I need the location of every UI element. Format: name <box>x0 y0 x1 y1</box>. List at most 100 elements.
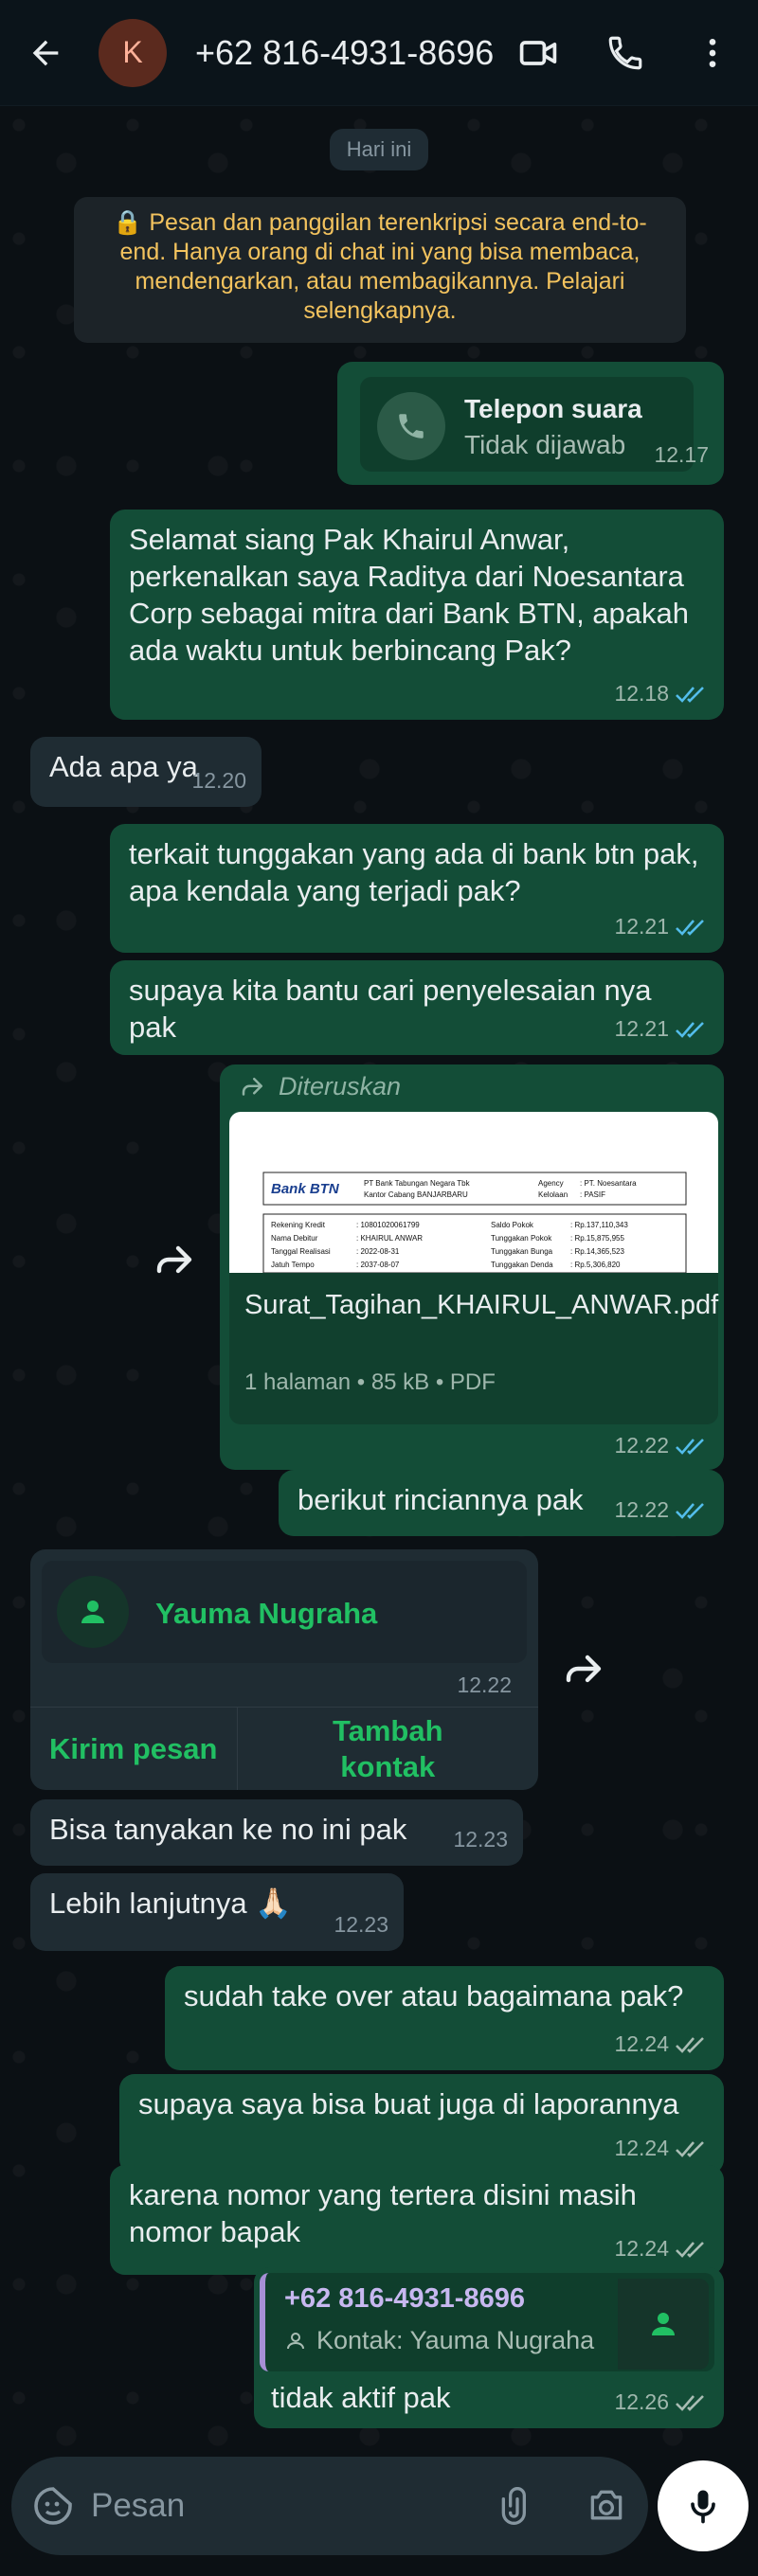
mic-icon[interactable] <box>658 2460 749 2551</box>
message-text: Ada apa ya <box>49 750 198 783</box>
preview-row-label: Tunggakan Bunga <box>491 1247 553 1256</box>
quoted-contact[interactable]: +62 816-4931-8696 Kontak: Yauma Nugraha <box>260 2273 714 2371</box>
quoted-number: +62 816-4931-8696 <box>284 2283 525 2314</box>
document-preview[interactable]: Bank BTN PT Bank Tabungan Negara Tbk Kan… <box>229 1112 718 1273</box>
message-outgoing[interactable]: karena nomor yang tertera disini masih n… <box>110 2165 724 2275</box>
preview-row-value: : Rp.137,110,343 <box>570 1221 628 1229</box>
quoted-contact-label: Kontak: Yauma Nugraha <box>284 2322 594 2359</box>
svg-text:Agency: Agency <box>538 1179 564 1188</box>
read-ticks-icon <box>676 1021 704 1038</box>
message-input-pill[interactable] <box>11 2457 648 2555</box>
missed-call-icon <box>377 392 445 460</box>
date-chip: Hari ini <box>330 129 428 170</box>
document-bubble[interactable]: Diteruskan Bank BTN PT Bank Tabungan Neg… <box>220 1064 724 1470</box>
svg-text:Kantor Cabang BANJARBARU: Kantor Cabang BANJARBARU <box>364 1190 468 1199</box>
preview-row-value: : Rp.15,875,955 <box>570 1234 624 1243</box>
person-outline-icon <box>287 2332 304 2349</box>
message-outgoing[interactable]: sudah take over atau bagaimana pak? 12.2… <box>165 1966 724 2070</box>
message-outgoing[interactable]: terkait tunggakan yang ada di bank btn p… <box>110 824 724 953</box>
composer <box>0 2447 758 2576</box>
encryption-notice[interactable]: 🔒 Pesan dan panggilan terenkripsi secara… <box>74 197 686 343</box>
preview-row-label: Tunggakan Denda <box>491 1261 553 1269</box>
document-info: Surat_Tagihan_KHAIRUL_ANWAR.pdf 1 halama… <box>229 1273 718 1424</box>
message-time: 12.20 <box>191 768 246 793</box>
call-card: Telepon suara Tidak dijawab <box>360 377 694 472</box>
delivered-ticks-icon <box>676 2241 704 2258</box>
preview-row-value: : Rp.14,365,523 <box>570 1247 624 1256</box>
preview-row-label: Tunggakan Pokok <box>491 1234 552 1243</box>
message-input[interactable] <box>91 2481 451 2531</box>
svg-text:Kelolaan: Kelolaan <box>538 1190 568 1199</box>
message-text: tidak aktif pak <box>271 2381 451 2414</box>
document-meta: 1 halaman • 85 kB • PDF <box>244 1369 496 1395</box>
phone-icon[interactable] <box>595 23 656 83</box>
svg-text:: PT. Noesantara: : PT. Noesantara <box>580 1179 637 1188</box>
delivered-ticks-icon <box>676 2140 704 2157</box>
message-time: 12.18 <box>614 675 709 712</box>
message-outgoing[interactable]: supaya saya bisa buat juga di laporannya… <box>119 2074 724 2174</box>
add-contact-button[interactable]: Tambah kontak <box>236 1708 539 1790</box>
sticker-emoji-icon[interactable] <box>30 2483 76 2529</box>
message-outgoing[interactable]: supaya kita bantu cari penyelesaian nya … <box>110 960 724 1055</box>
attach-icon[interactable] <box>493 2481 542 2531</box>
message-time: 12.21 <box>614 1011 709 1047</box>
contact-name: Yauma Nugraha <box>155 1597 378 1630</box>
preview-row-label: Rekening Kredit <box>271 1221 326 1229</box>
message-time: 12.22 <box>614 1427 709 1464</box>
message-time: 12.24 <box>614 2130 709 2167</box>
more-vert-icon[interactable] <box>682 23 743 83</box>
document-filename: Surat_Tagihan_KHAIRUL_ANWAR.pdf <box>244 1290 719 1320</box>
preview-row-label: Nama Debitur <box>271 1234 318 1243</box>
person-icon <box>652 2313 675 2335</box>
contact-card[interactable]: Yauma Nugraha 12.22 Kirim pesan Tambah k… <box>30 1549 538 1790</box>
back-arrow-icon[interactable] <box>15 23 76 83</box>
chat-header: K +62 816-4931-8696 <box>0 0 758 106</box>
message-text: Lebih lanjutnya 🙏🏻 <box>49 1887 292 1920</box>
message-time: 12.22 <box>457 1673 512 1697</box>
message-time: 12.23 <box>453 1827 508 1852</box>
read-ticks-icon <box>676 686 704 703</box>
svg-text:Bank BTN: Bank BTN <box>271 1181 340 1197</box>
preview-row-label: Saldo Pokok <box>491 1221 534 1229</box>
message-text: sudah take over atau bagaimana pak? <box>184 1979 684 2012</box>
read-ticks-icon <box>676 1502 704 1519</box>
preview-row-value: : 10801020061799 <box>356 1221 420 1229</box>
read-ticks-icon <box>676 1438 704 1455</box>
message-incoming[interactable]: Lebih lanjutnya 🙏🏻 12.23 <box>30 1873 404 1951</box>
preview-row-label: Jatuh Tempo <box>271 1261 315 1269</box>
delivered-ticks-icon <box>676 2036 704 2053</box>
message-text: berikut rinciannya pak <box>298 1483 584 1516</box>
contact-card-actions: Kirim pesan Tambah kontak <box>30 1707 538 1790</box>
preview-row-value: : 2037-08-07 <box>356 1261 400 1269</box>
message-time: 12.24 <box>614 2026 709 2063</box>
forward-icon[interactable] <box>144 1229 205 1290</box>
svg-text:: PASIF: : PASIF <box>580 1190 605 1199</box>
forward-icon[interactable] <box>553 1638 614 1699</box>
message-time: 12.22 <box>614 1492 709 1529</box>
call-title: Telepon suara <box>464 394 642 423</box>
send-message-button[interactable]: Kirim pesan <box>30 1708 237 1790</box>
message-time: 12.21 <box>614 908 709 945</box>
video-call-icon[interactable] <box>508 23 568 83</box>
message-incoming[interactable]: Bisa tanyakan ke no ini pak 12.23 <box>30 1799 523 1866</box>
message-outgoing[interactable]: Selamat siang Pak Khairul Anwar, perkena… <box>110 510 724 720</box>
message-text: Selamat siang Pak Khairul Anwar, perkena… <box>129 523 690 667</box>
message-incoming[interactable]: Ada apa ya 12.20 <box>30 737 262 807</box>
preview-row-value: : KHAIRUL ANWAR <box>356 1234 423 1243</box>
chat-area[interactable]: Hari ini 🔒 Pesan dan panggilan terenkrip… <box>0 106 758 2447</box>
call-bubble[interactable]: Telepon suara Tidak dijawab 12.17 <box>337 362 724 485</box>
contact-title[interactable]: +62 816-4931-8696 <box>195 33 508 73</box>
avatar[interactable]: K <box>99 18 167 87</box>
call-status: Tidak dijawab <box>464 430 626 459</box>
message-outgoing[interactable]: berikut rinciannya pak 12.22 <box>279 1470 724 1536</box>
preview-row-value: : Rp.5,306,820 <box>570 1261 621 1269</box>
contact-card-header[interactable]: Yauma Nugraha <box>42 1561 527 1663</box>
message-text: supaya saya bisa buat juga di laporannya <box>138 2087 679 2120</box>
forwarded-label: Diteruskan <box>239 1068 401 1105</box>
person-icon <box>81 1601 104 1623</box>
reply-message[interactable]: +62 816-4931-8696 Kontak: Yauma Nugraha … <box>254 2267 724 2428</box>
camera-icon[interactable] <box>582 2481 631 2531</box>
message-text: karena nomor yang tertera disini masih n… <box>129 2178 637 2248</box>
svg-text:PT Bank Tabungan Negara Tbk: PT Bank Tabungan Negara Tbk <box>364 1179 471 1188</box>
message-time: 12.24 <box>614 2230 709 2267</box>
